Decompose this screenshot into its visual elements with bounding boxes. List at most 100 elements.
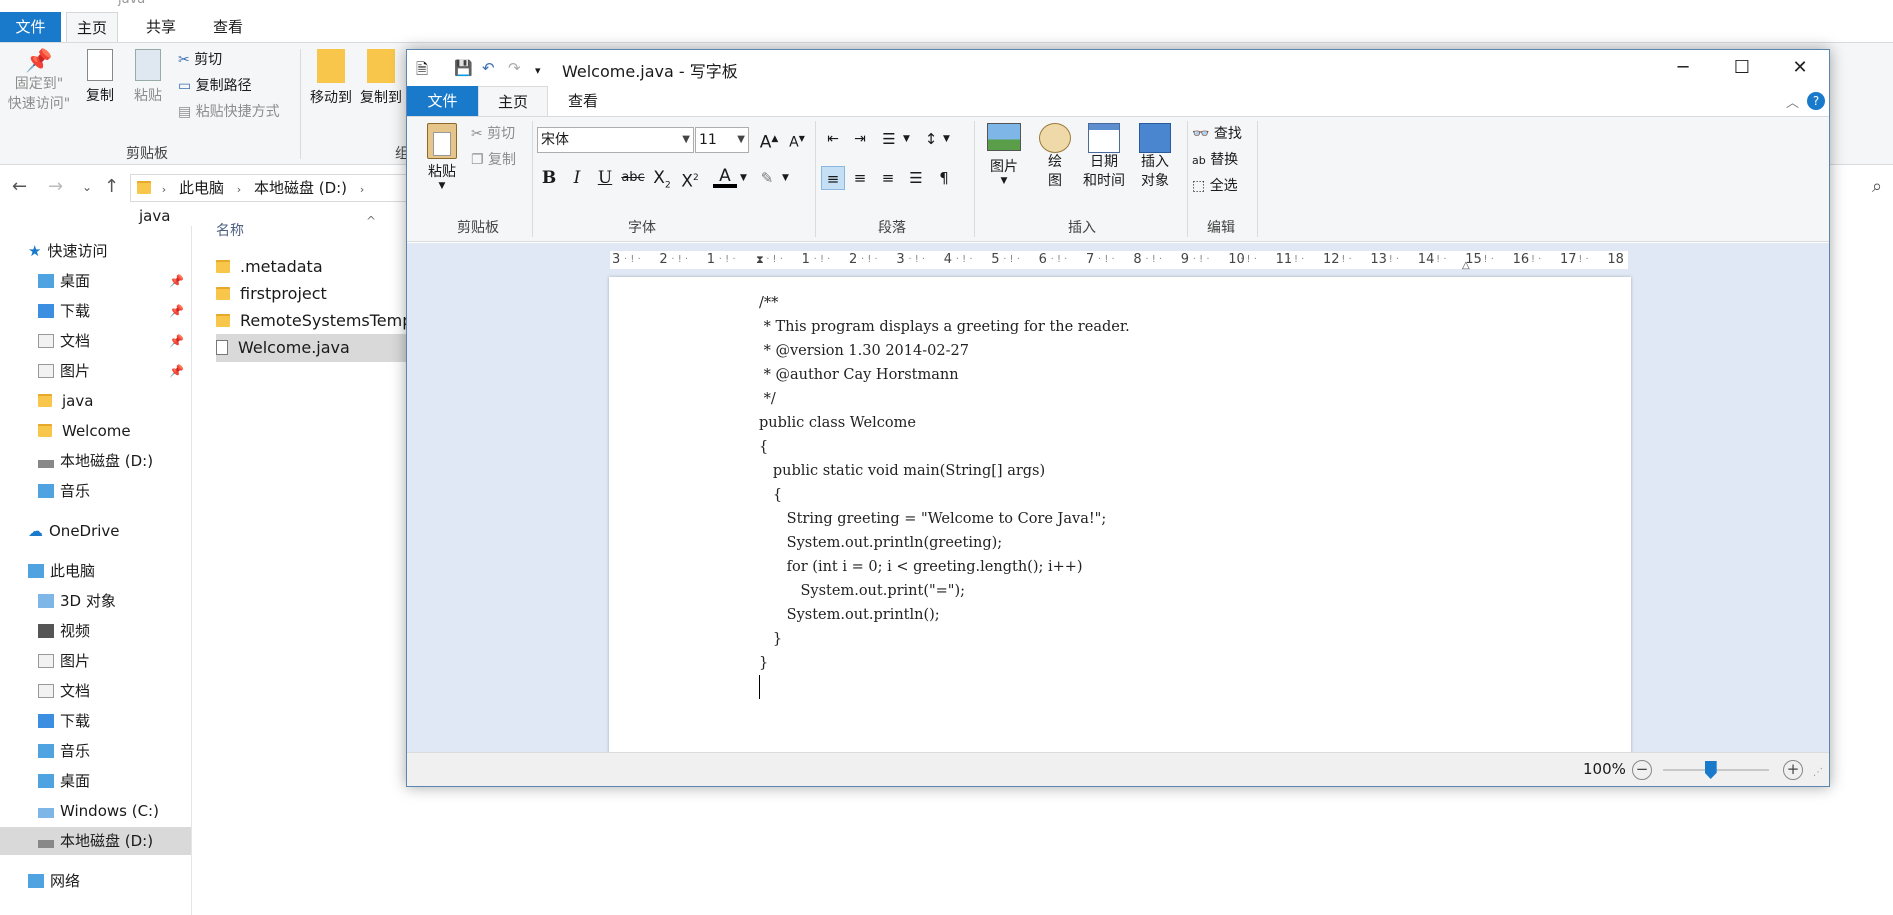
minimize-button[interactable]: ─	[1654, 52, 1712, 84]
bullet-list-icon[interactable]: ☰	[877, 127, 901, 151]
maximize-button[interactable]: ☐	[1713, 52, 1771, 84]
align-left-icon[interactable]: ≡	[821, 166, 845, 190]
nav-item-documents[interactable]: 文档 📌	[38, 327, 190, 355]
nav-item-pictures-pc[interactable]: 图片	[38, 647, 90, 675]
nav-item-java[interactable]: java	[38, 387, 93, 415]
breadcrumb-java[interactable]: java	[139, 207, 170, 225]
nav-item-welcome[interactable]: Welcome	[38, 417, 131, 445]
customize-quick-access-icon[interactable]: ▾	[535, 64, 541, 77]
paint-drawing-button[interactable]: 绘 图	[1035, 123, 1075, 191]
breadcrumb-drive-d[interactable]: 本地磁盘 (D:)	[254, 179, 347, 197]
help-icon[interactable]: ?	[1807, 92, 1825, 110]
copy-button[interactable]: 复制	[80, 49, 120, 105]
zoom-slider-thumb[interactable]	[1704, 761, 1717, 779]
column-header-name[interactable]: 名称	[216, 220, 244, 240]
nav-item-videos[interactable]: 视频	[38, 617, 90, 645]
zoom-in-icon[interactable]: +	[1783, 760, 1803, 780]
undo-icon[interactable]: ↶	[482, 59, 495, 77]
paste-button[interactable]: 粘贴 ▼	[419, 123, 465, 191]
chevron-down-icon[interactable]: ▼	[740, 173, 747, 183]
decrease-indent-icon[interactable]: ⇤	[821, 127, 845, 151]
shrink-font-icon[interactable]: A▼	[785, 127, 809, 151]
paste-button[interactable]: 粘贴	[128, 49, 168, 105]
back-icon[interactable]: ←	[12, 176, 27, 197]
replace-button[interactable]: ab 替换	[1192, 149, 1238, 169]
resize-grip-icon[interactable]: ⋰	[1813, 767, 1823, 778]
line-spacing-icon[interactable]: ↕	[919, 127, 943, 151]
select-all-button[interactable]: ⬚ 全选	[1192, 175, 1238, 195]
date-time-button[interactable]: 日期 和时间	[1079, 123, 1129, 191]
paste-shortcut-button[interactable]: ▤ 粘贴快捷方式	[178, 101, 280, 121]
wordpad-tab-home[interactable]: 主页	[478, 86, 548, 116]
paragraph-settings-icon[interactable]: ¶	[932, 166, 956, 190]
nav-item-desktop[interactable]: 桌面 📌	[38, 267, 190, 295]
chevron-down-icon[interactable]: ▼	[782, 173, 789, 183]
close-button[interactable]: ✕	[1771, 52, 1829, 84]
nav-item-music-pc[interactable]: 音乐	[38, 737, 90, 765]
ruler[interactable]: 3 · ! · 2 · ! · 1 · ! · · ! · 1 · ! · 2 · ! · 3 · ! …	[610, 251, 1628, 271]
explorer-tab-home[interactable]: 主页	[66, 12, 119, 42]
breadcrumb-this-pc[interactable]: 此电脑	[179, 179, 224, 197]
font-family-select[interactable]: 宋体 ▼	[537, 127, 694, 153]
zoom-out-icon[interactable]: −	[1632, 760, 1652, 780]
align-center-icon[interactable]: ≡	[848, 166, 872, 190]
redo-icon[interactable]: ↷	[508, 59, 521, 77]
move-to-button[interactable]: 移动到	[306, 49, 356, 107]
align-right-icon[interactable]: ≡	[876, 166, 900, 190]
explorer-tab-file[interactable]: 文件	[0, 12, 61, 42]
address-input[interactable]: › 此电脑 › 本地磁盘 (D:) › java	[130, 174, 410, 225]
font-color-icon[interactable]: A	[713, 166, 737, 188]
recent-locations-icon[interactable]: ⌄	[82, 180, 92, 194]
subscript-icon[interactable]: X2	[650, 166, 674, 190]
copy-path-button[interactable]: ▭ 复制路径	[178, 75, 252, 95]
cut-button[interactable]: ✂ 剪切	[471, 123, 515, 143]
explorer-tab-view[interactable]: 查看	[203, 12, 253, 42]
nav-item-documents-pc[interactable]: 文档	[38, 677, 90, 705]
nav-onedrive[interactable]: ☁ OneDrive	[28, 517, 120, 545]
copy-to-button[interactable]: 复制到	[356, 49, 406, 107]
justify-icon[interactable]: ☰	[904, 166, 928, 190]
nav-network[interactable]: 网络	[28, 867, 80, 895]
strikethrough-icon[interactable]: abc	[621, 166, 645, 190]
underline-icon[interactable]: U	[593, 166, 617, 190]
wordpad-tab-file[interactable]: 文件	[407, 86, 478, 116]
file-item[interactable]: RemoteSystemsTempl	[216, 307, 417, 335]
search-icon[interactable]: ⌕	[1872, 176, 1882, 197]
right-indent-marker[interactable]: △	[1462, 257, 1470, 275]
nav-item-drive-d-quick[interactable]: 本地磁盘 (D:)	[38, 447, 153, 475]
superscript-icon[interactable]: X2	[678, 166, 702, 192]
font-size-select[interactable]: 11 ▼	[695, 127, 749, 153]
up-icon[interactable]: ↑	[104, 176, 119, 197]
explorer-tab-share[interactable]: 共享	[136, 12, 186, 42]
copy-button[interactable]: ❐ 复制	[471, 149, 516, 169]
insert-picture-button[interactable]: 图片 ▼	[982, 123, 1026, 186]
nav-item-drive-c[interactable]: Windows (C:)	[38, 797, 159, 825]
nav-item-downloads[interactable]: 下载 📌	[38, 297, 190, 325]
nav-this-pc[interactable]: 此电脑	[28, 557, 95, 585]
nav-item-pictures[interactable]: 图片 📌	[38, 357, 190, 385]
cut-button[interactable]: ✂ 剪切	[178, 49, 222, 69]
highlight-color-icon[interactable]: ✎	[755, 166, 779, 190]
save-icon[interactable]: 💾	[454, 59, 473, 77]
forward-icon[interactable]: →	[48, 176, 63, 197]
pin-quick-access-button[interactable]: 📌 固定到" 快速访问"	[4, 49, 74, 114]
bold-icon[interactable]: B	[537, 166, 561, 190]
file-item[interactable]: firstproject	[216, 280, 327, 308]
wordpad-tab-view[interactable]: 查看	[548, 86, 618, 116]
chevron-down-icon[interactable]: ▼	[903, 134, 910, 144]
chevron-down-icon[interactable]: ▼	[943, 134, 950, 144]
document-page[interactable]: /** * This program displays a greeting f…	[609, 277, 1631, 752]
grow-font-icon[interactable]: A▲	[757, 127, 781, 153]
collapse-ribbon-icon[interactable]: ︿	[1786, 92, 1799, 111]
insert-object-button[interactable]: 插入 对象	[1130, 123, 1180, 191]
left-indent-marker[interactable]: ⧗	[756, 251, 764, 269]
nav-quick-access[interactable]: ★ 快速访问	[28, 237, 107, 265]
nav-item-3d-objects[interactable]: 3D 对象	[38, 587, 116, 615]
nav-item-music-quick[interactable]: 音乐	[38, 477, 90, 505]
nav-item-desktop-pc[interactable]: 桌面	[38, 767, 90, 795]
increase-indent-icon[interactable]: ⇥	[848, 127, 872, 151]
document-text[interactable]: /** * This program displays a greeting f…	[759, 291, 1130, 675]
nav-item-downloads-pc[interactable]: 下载	[38, 707, 90, 735]
italic-icon[interactable]: I	[565, 166, 589, 190]
nav-item-drive-d[interactable]: 本地磁盘 (D:)	[0, 827, 191, 855]
